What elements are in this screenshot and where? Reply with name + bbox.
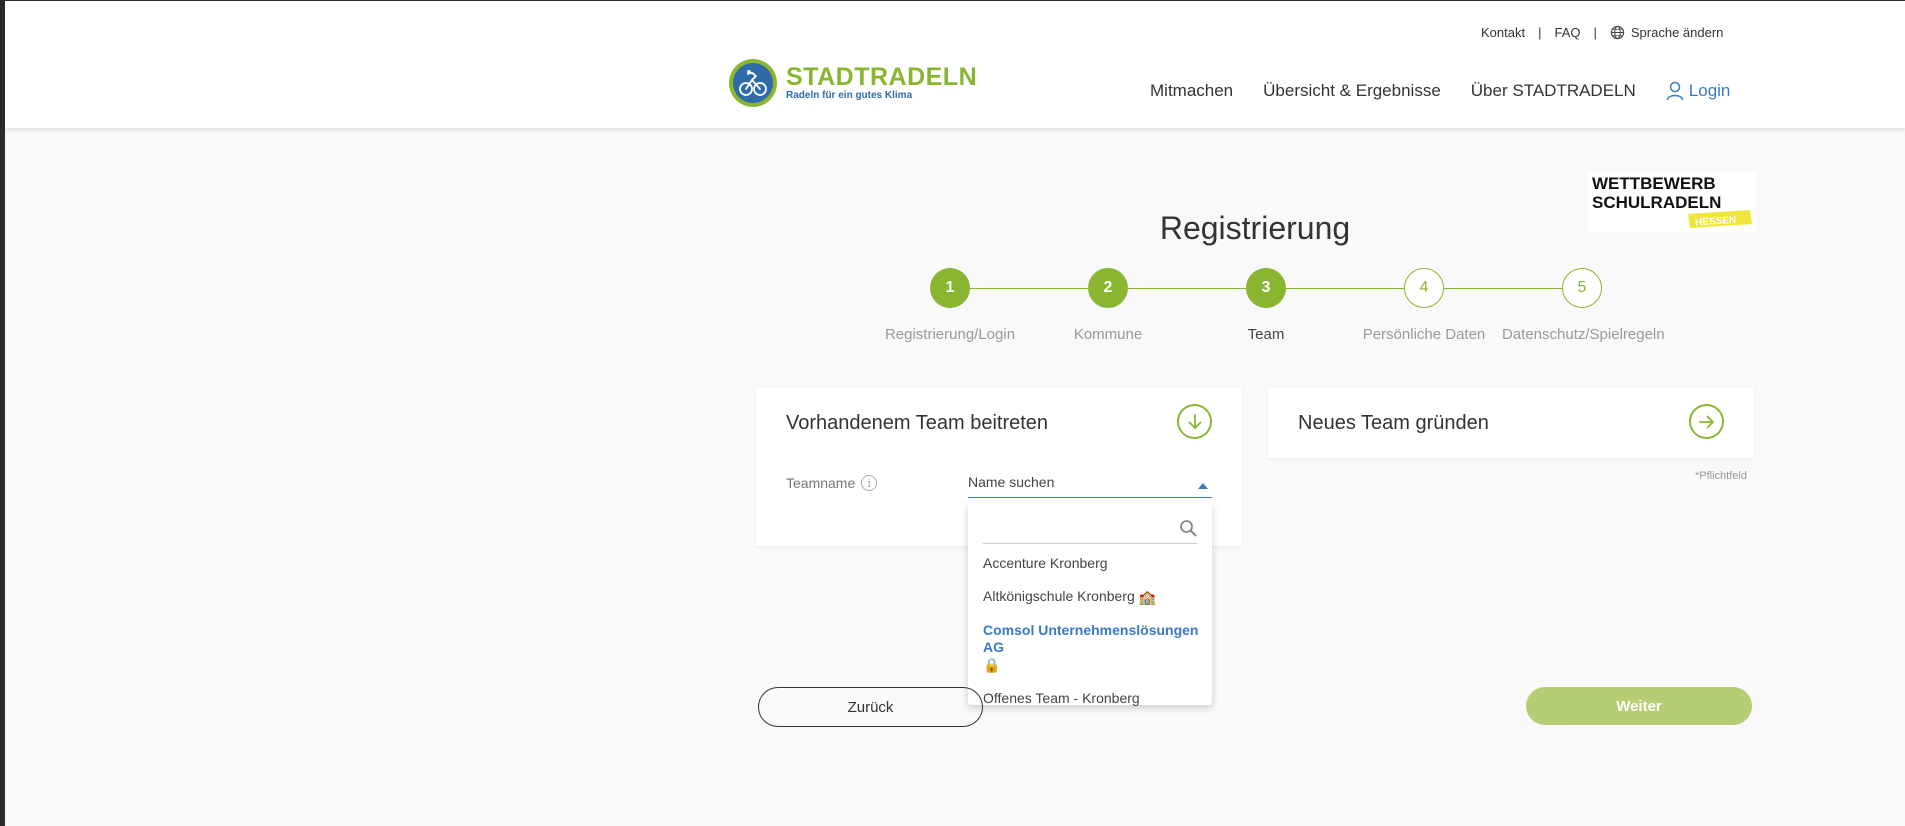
- info-icon[interactable]: i: [861, 475, 878, 491]
- schulradeln-hessen-badge: WETTBEWERB SCHULRADELN HESSEN: [1588, 172, 1756, 232]
- nav-ueber-stadtradeln[interactable]: Über STADTRADELN: [1471, 81, 1636, 101]
- faq-link[interactable]: FAQ: [1554, 25, 1580, 40]
- step-4-label: Persönliche Daten: [1362, 326, 1486, 343]
- step-3: 3 Team: [1186, 268, 1346, 343]
- lock-icon: 🔒: [983, 656, 1001, 673]
- user-icon: [1666, 81, 1684, 101]
- step-2-label: Kommune: [1073, 326, 1143, 343]
- step-5: 5 Datenschutz/Spielregeln: [1502, 268, 1665, 343]
- required-note: *Pflichtfeld: [1695, 470, 1747, 482]
- nav-mitmachen[interactable]: Mitmachen: [1150, 81, 1233, 101]
- site-header: Kontakt | FAQ | Sprache ändern STADTRADE…: [5, 1, 1905, 128]
- search-icon: [1179, 519, 1197, 542]
- globe-icon[interactable]: [1610, 25, 1625, 40]
- login-link[interactable]: Login: [1666, 81, 1731, 101]
- language-link[interactable]: Sprache ändern: [1631, 25, 1724, 40]
- step-5-label: Datenschutz/Spielregeln: [1502, 326, 1665, 343]
- dropdown-option-comsol[interactable]: Comsol Unternehmenslösungen AG 🔒: [983, 622, 1208, 674]
- option-label: Comsol Unternehmenslösungen AG: [983, 621, 1199, 655]
- badge-line-1: WETTBEWERB: [1592, 174, 1716, 193]
- dropdown-search: [983, 510, 1197, 544]
- teamname-select-value: Name suchen: [968, 474, 1055, 490]
- chevron-up-icon: [1198, 483, 1208, 489]
- step-3-label: Team: [1247, 326, 1285, 343]
- option-label: Altkönigschule Kronberg: [983, 588, 1135, 604]
- teamname-select[interactable]: Name suchen: [968, 474, 1212, 498]
- option-label: Offenes Team - Kronberg: [983, 689, 1140, 706]
- main-nav: Mitmachen Übersicht & Ergebnisse Über ST…: [1150, 81, 1730, 101]
- new-team-title: Neues Team gründen: [1298, 412, 1489, 434]
- logo-subtitle: Radeln für ein gutes Klima: [786, 90, 913, 101]
- step-1-circle: 1: [930, 268, 970, 308]
- teamname-label-text: Teamname: [786, 475, 856, 491]
- contact-link[interactable]: Kontakt: [1481, 25, 1525, 40]
- step-4: 4 Persönliche Daten: [1344, 268, 1504, 343]
- step-1-label: Registrierung/Login: [884, 326, 1016, 343]
- utility-nav: Kontakt | FAQ | Sprache ändern: [1481, 23, 1723, 41]
- step-1[interactable]: 1 Registrierung/Login: [870, 268, 1030, 343]
- option-label: Accenture Kronberg: [983, 555, 1108, 571]
- join-team-title: Vorhandenem Team beitreten: [786, 412, 1049, 434]
- badge-line-2: SCHULRADELN: [1592, 193, 1721, 212]
- login-label: Login: [1688, 81, 1731, 100]
- nav-uebersicht-ergebnisse[interactable]: Übersicht & Ergebnisse: [1263, 81, 1441, 101]
- dropdown-options: Accenture Kronberg Altkönigschule Kronbe…: [983, 555, 1208, 723]
- school-icon: 🏫: [1138, 588, 1157, 605]
- teamname-label: Teamname i: [786, 475, 878, 491]
- step-5-circle: 5: [1562, 268, 1602, 308]
- team-dropdown: Accenture Kronberg Altkönigschule Kronbe…: [968, 502, 1212, 706]
- logo-title: STADTRADELN: [786, 63, 978, 91]
- dropdown-option-altkoenigschule-kronberg[interactable]: Altkönigschule Kronberg 🏫: [983, 588, 1208, 606]
- dropdown-option-accenture-kronberg[interactable]: Accenture Kronberg: [983, 555, 1208, 572]
- nav-separator: |: [1593, 24, 1597, 40]
- bike-logo-icon: [729, 59, 777, 107]
- registration-stepper: 1 Registrierung/Login 2 Kommune 3 Team 4…: [870, 268, 1665, 348]
- step-2[interactable]: 2 Kommune: [1028, 268, 1188, 343]
- nav-separator: |: [1538, 24, 1542, 40]
- step-4-circle: 4: [1404, 268, 1444, 308]
- dropdown-search-input[interactable]: [983, 510, 1163, 540]
- new-team-card[interactable]: Neues Team gründen: [1268, 388, 1754, 458]
- arrow-down-circle-icon[interactable]: [1177, 404, 1212, 439]
- dropdown-option-offenes-team-kronberg[interactable]: Offenes Team - Kronberg: [983, 690, 1208, 707]
- page-title: Registrierung: [1159, 210, 1351, 246]
- step-2-circle: 2: [1088, 268, 1128, 308]
- arrow-right-circle-icon[interactable]: [1689, 404, 1724, 439]
- back-button[interactable]: Zurück: [758, 687, 983, 727]
- step-3-circle: 3: [1246, 268, 1286, 308]
- stadtradeln-logo[interactable]: STADTRADELN Radeln für ein gutes Klima: [728, 58, 977, 108]
- next-button[interactable]: Weiter: [1526, 687, 1752, 725]
